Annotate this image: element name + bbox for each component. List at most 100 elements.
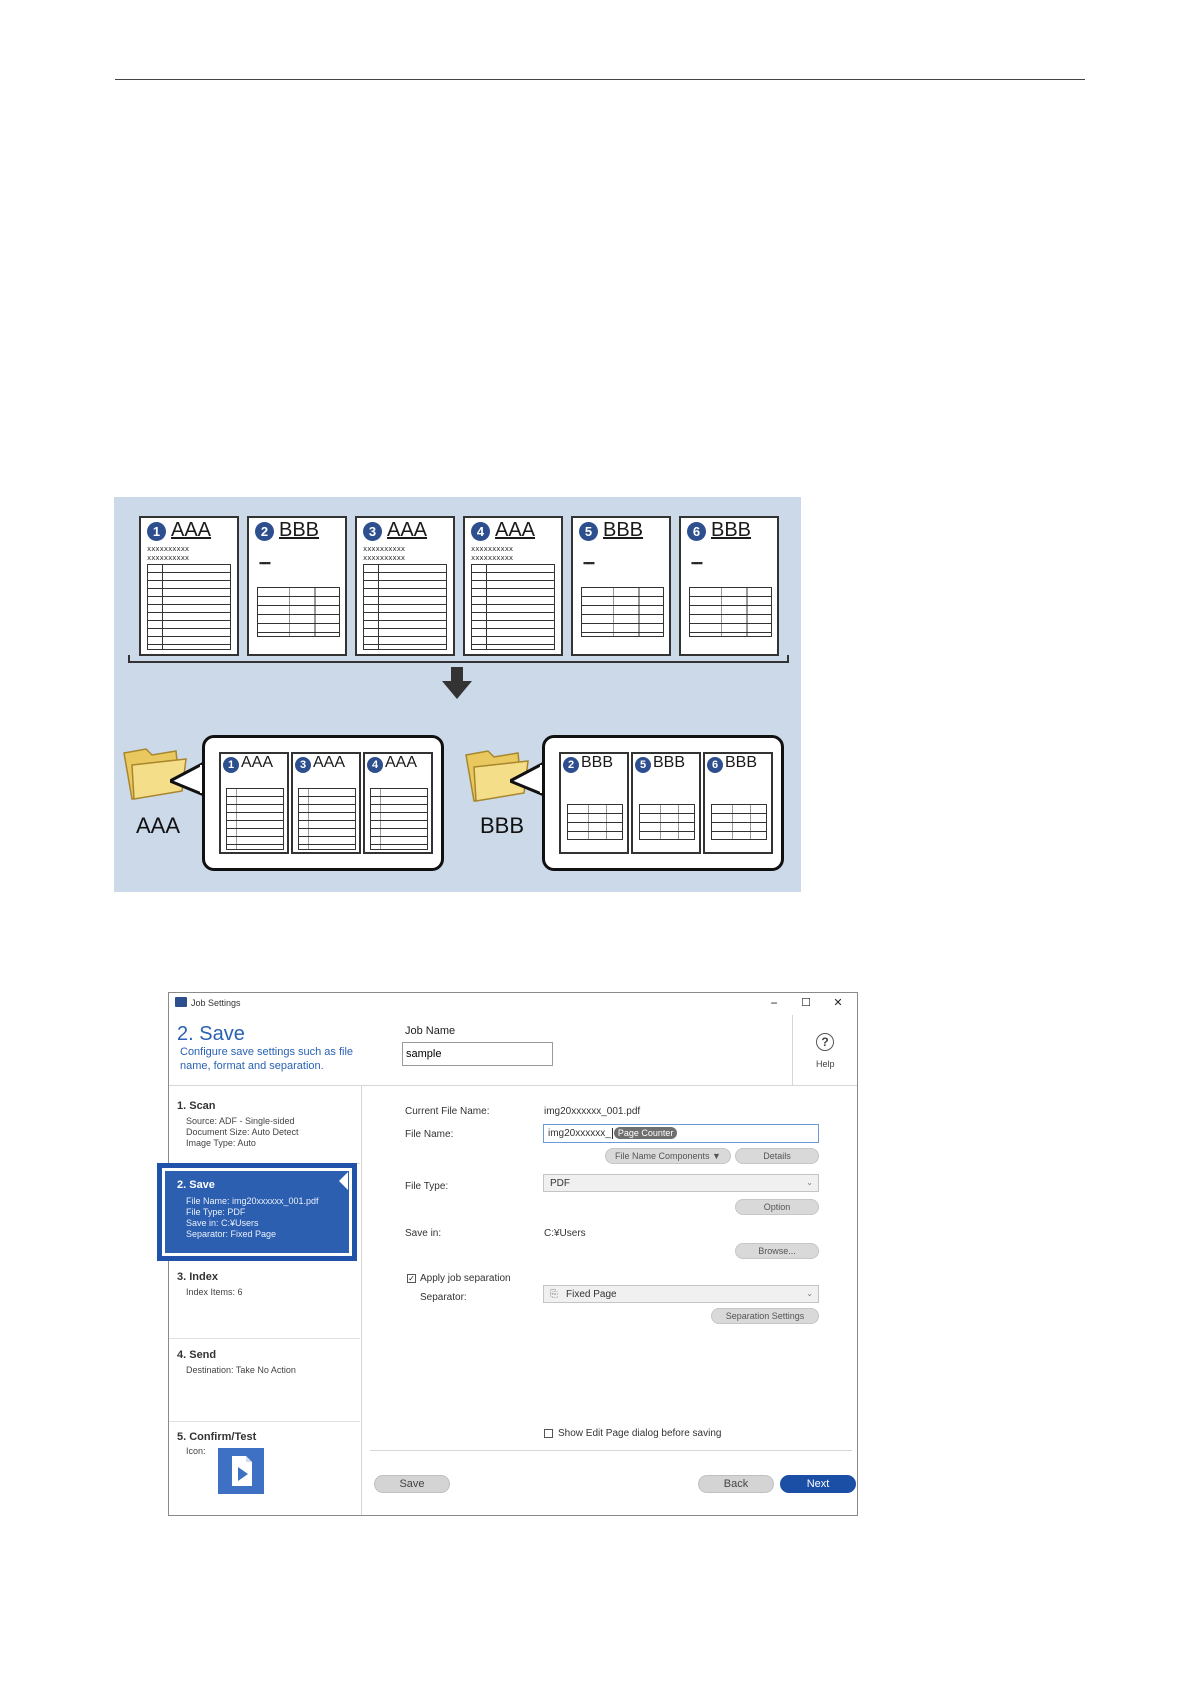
back-button[interactable]: Back [698, 1475, 774, 1493]
page-number-badge: 5 [635, 757, 651, 773]
minimize-button[interactable]: − [765, 995, 783, 1011]
table-graphic [471, 564, 555, 650]
page-number-badge: 1 [147, 522, 166, 541]
option-button[interactable]: Option [735, 1199, 819, 1215]
step-detail: Icon: [186, 1446, 206, 1456]
page-number-badge: 1 [223, 757, 239, 773]
browse-button[interactable]: Browse... [735, 1243, 819, 1259]
page-number-badge: 6 [687, 522, 706, 541]
placeholder-text: ▪▪▪▪▪ [259, 558, 271, 568]
page-title: BBB [279, 519, 320, 541]
page-number-badge: 4 [367, 757, 383, 773]
current-file-name-value: img20xxxxxx_001.pdf [544, 1106, 641, 1117]
save-button[interactable]: Save [374, 1475, 450, 1493]
sidebar-item-confirm[interactable]: 5. Confirm/Test Icon: [169, 1421, 360, 1515]
active-indicator [339, 1172, 348, 1190]
page-number-badge: 3 [295, 757, 311, 773]
file-type-value: PDF [550, 1178, 570, 1189]
placeholder-text: xxxxxxxxxx [471, 554, 514, 562]
table-graphic [363, 564, 447, 650]
page-description: Configure save settings such as file nam… [180, 1046, 354, 1072]
placeholder-text: ▪▪▪▪▪ [691, 558, 703, 568]
sidebar-item-scan[interactable]: 1. Scan Source: ADF - Single-sided Docum… [169, 1086, 360, 1164]
chevron-down-icon: ⌄ [806, 1178, 813, 1187]
table-graphic [689, 587, 772, 637]
show-edit-page-checkbox[interactable] [544, 1429, 553, 1438]
table-graphic [567, 804, 623, 840]
step-detail: Destination: Take No Action [186, 1365, 296, 1375]
table-graphic [226, 788, 284, 850]
step-detail: Image Type: Auto [186, 1138, 256, 1148]
file-name-input[interactable]: img20xxxxxx_ Page Counter [543, 1124, 819, 1143]
save-settings-panel: Current File Name: img20xxxxxx_001.pdf F… [362, 1086, 857, 1515]
page-title: AAA [241, 754, 274, 771]
step-title: 2. Save [177, 1179, 215, 1191]
group-bbb-bubble: 2 BBB 5 BBB 6 BBB [542, 735, 784, 871]
sidebar-item-save[interactable]: 2. Save File Name: img20xxxxxx_001.pdf F… [157, 1163, 357, 1261]
document-page: 2 BBB [559, 752, 629, 854]
close-button[interactable]: ✕ [829, 995, 847, 1011]
app-icon [175, 997, 187, 1007]
table-graphic [711, 804, 767, 840]
page-number-badge: 6 [707, 757, 723, 773]
save-in-label: Save in: [405, 1228, 442, 1239]
divider [792, 1015, 793, 1085]
document-page: 3 AAA xxxxxxxxxx xxxxxxxxxx [355, 516, 455, 656]
next-button[interactable]: Next [780, 1475, 856, 1493]
document-page: 5 BBB [631, 752, 701, 854]
step-title: 4. Send [177, 1349, 217, 1361]
job-name-label: Job Name [405, 1025, 456, 1037]
apply-separation-label[interactable]: Apply job separation [420, 1273, 511, 1284]
page-title: AAA [171, 519, 212, 541]
table-graphic [370, 788, 428, 850]
page-counter-token[interactable]: Page Counter [613, 1127, 678, 1139]
step-title: 3. Index [177, 1271, 218, 1283]
document-page: 4 AAA xxxxxxxxxx xxxxxxxxxx [463, 516, 563, 656]
file-type-select[interactable]: PDF ⌄ [543, 1174, 819, 1192]
placeholder-text: xxxxxxxxxx [147, 545, 190, 553]
help-icon[interactable]: ? [816, 1033, 834, 1051]
document-page: 6 BBB ▪▪▪▪▪ [679, 516, 779, 656]
steps-sidebar: 1. Scan Source: ADF - Single-sided Docum… [157, 1086, 362, 1515]
table-graphic [257, 587, 340, 637]
separator-select[interactable]: ⎘ Fixed Page ⌄ [543, 1285, 819, 1303]
step-title: 1. Scan [177, 1100, 216, 1112]
table-graphic [581, 587, 664, 637]
separator-value: Fixed Page [566, 1289, 617, 1300]
show-edit-page-label[interactable]: Show Edit Page dialog before saving [558, 1428, 721, 1439]
down-arrow-icon [442, 667, 472, 699]
file-name-text: img20xxxxxx_ [548, 1128, 611, 1139]
file-type-label: File Type: [405, 1181, 449, 1192]
separation-settings-button[interactable]: Separation Settings [711, 1308, 819, 1324]
bubble-pointer [510, 761, 544, 797]
help-label[interactable]: Help [816, 1059, 835, 1069]
placeholder-text: xxxxxxxxxx [363, 545, 406, 553]
document-play-icon [232, 1456, 252, 1486]
bubble-pointer [170, 761, 204, 797]
sidebar-item-index[interactable]: 3. Index Index Items: 6 [169, 1261, 360, 1339]
file-name-components-button[interactable]: File Name Components ▼ [605, 1148, 731, 1164]
page-number-badge: 4 [471, 522, 490, 541]
maximize-button[interactable]: ☐ [797, 995, 815, 1011]
job-name-input[interactable] [402, 1042, 553, 1066]
page-number-badge: 2 [563, 757, 579, 773]
page-number-badge: 3 [363, 522, 382, 541]
divider [370, 1450, 852, 1451]
apply-separation-checkbox[interactable]: ✓ [407, 1274, 416, 1283]
document-page: 5 BBB ▪▪▪▪▪ [571, 516, 671, 656]
document-page: 1 AAA xxxxxxxxxx xxxxxxxxxx [139, 516, 239, 656]
folder-label-bbb: BBB [480, 813, 525, 838]
job-icon[interactable] [218, 1448, 264, 1494]
document-page: 2 BBB ▪▪▪▪▪ [247, 516, 347, 656]
document-page: 4 AAA [363, 752, 433, 854]
bracket [128, 655, 789, 663]
document-page: 3 AAA [291, 752, 361, 854]
header-rule [115, 79, 1085, 80]
placeholder-text: xxxxxxxxxx [363, 554, 406, 562]
chevron-down-icon: ⌄ [806, 1289, 813, 1298]
sidebar-item-send[interactable]: 4. Send Destination: Take No Action [169, 1338, 360, 1422]
current-file-name-label: Current File Name: [405, 1106, 490, 1117]
page-title: BBB [653, 754, 686, 771]
details-button[interactable]: Details [735, 1148, 819, 1164]
window-title: Job Settings [191, 998, 241, 1008]
